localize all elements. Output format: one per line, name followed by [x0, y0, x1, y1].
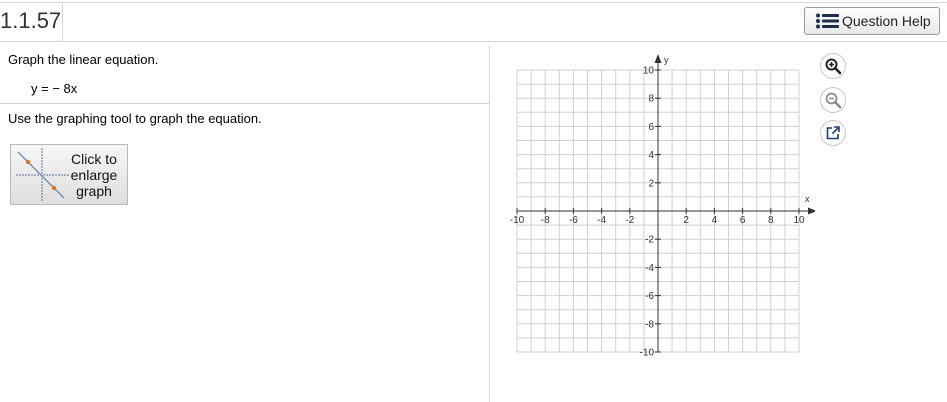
enlarge-graph-button[interactable]: Click to enlarge graph — [10, 144, 128, 205]
left-divider — [0, 103, 489, 104]
header-top-border — [0, 2, 947, 3]
zoom-in-icon — [825, 58, 842, 75]
list-icon — [816, 13, 839, 29]
header-separator — [62, 3, 63, 41]
x-tick-label: 4 — [712, 215, 718, 226]
instruction-text: Use the graphing tool to graph the equat… — [8, 111, 262, 126]
zoom-out-button[interactable] — [820, 87, 846, 113]
question-help-label: Question Help — [842, 13, 931, 29]
x-tick-label: -6 — [569, 215, 578, 226]
problem-prompt: Graph the linear equation. — [8, 52, 159, 67]
enlarge-label-line1: Click to — [71, 151, 117, 167]
x-tick-label: -8 — [541, 215, 550, 226]
coordinate-graph[interactable]: x y -10 -8 -6 -4 -2 2 4 6 8 10 10 8 6 4 2 -2 -4 -6 -8 -10 — [505, 50, 815, 362]
pane-divider — [489, 46, 490, 402]
enlarge-label-line3: graph — [76, 183, 112, 199]
x-tick-label: -10 — [510, 215, 525, 226]
x-tick-label: -2 — [625, 215, 634, 226]
popout-button[interactable] — [820, 120, 846, 146]
enlarge-label-line2: enlarge — [70, 167, 118, 183]
y-tick-label: -2 — [645, 235, 654, 246]
y-tick-label: 10 — [643, 66, 655, 77]
x-axis-label: x — [805, 194, 810, 204]
y-axis-label: y — [664, 55, 669, 65]
x-tick-label: 2 — [683, 215, 689, 226]
y-tick-label: 6 — [648, 122, 654, 133]
x-axis-arrow — [808, 207, 815, 215]
header-bottom-border — [0, 41, 947, 42]
graph-thumbnail-icon — [16, 148, 70, 202]
x-tick-label: 10 — [793, 215, 805, 226]
external-window-icon — [826, 126, 840, 140]
x-tick-label: -4 — [597, 215, 606, 226]
enlarge-graph-label: Click to enlarge graph — [63, 151, 125, 199]
y-tick-label: -4 — [645, 263, 654, 274]
x-tick-label: 8 — [768, 215, 774, 226]
zoom-in-button[interactable] — [820, 53, 846, 79]
y-tick-label: 4 — [648, 150, 654, 161]
y-axis-arrow — [654, 54, 662, 63]
y-tick-label: -6 — [645, 291, 654, 302]
x-tick-label: 6 — [740, 215, 746, 226]
y-tick-label: 2 — [648, 178, 654, 189]
question-number: 1.1.57 — [0, 8, 62, 33]
equation: y = − 8x — [31, 81, 78, 96]
y-tick-label: -8 — [645, 319, 654, 330]
y-tick-label: -10 — [640, 348, 655, 359]
question-help-button[interactable]: Question Help — [804, 7, 940, 35]
y-tick-label: 8 — [648, 94, 654, 105]
zoom-out-icon — [825, 92, 842, 109]
